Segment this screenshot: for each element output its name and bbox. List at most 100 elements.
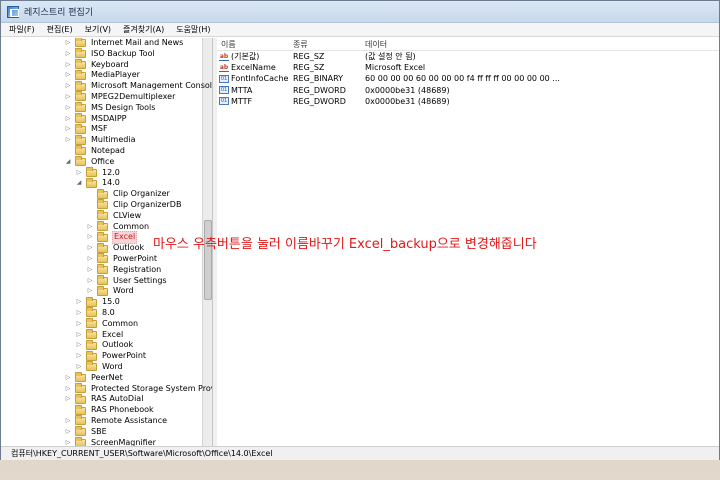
expand-arrow-icon[interactable]: ▷ (64, 385, 72, 393)
tree-item[interactable]: ▷ PeerNet (64, 372, 124, 384)
tree-item[interactable]: CLView (86, 210, 142, 222)
tree-item[interactable]: ▷ User Settings (86, 274, 168, 287)
expand-arrow-icon[interactable]: ▷ (64, 115, 72, 123)
expand-arrow-icon[interactable]: ▷ (75, 320, 83, 328)
expand-arrow-icon[interactable]: ▷ (75, 331, 83, 339)
value-name-cell: 01 FontInfoCache (217, 74, 289, 83)
expand-arrow-icon[interactable]: ▷ (75, 309, 83, 317)
tree-item[interactable]: ▷ Excel (75, 328, 124, 341)
value-row[interactable]: ab (기본값) REG_SZ (값 설정 안 됨) (217, 51, 719, 62)
tree-item[interactable]: ▷ Word (75, 361, 124, 373)
expand-arrow-icon[interactable]: ▷ (75, 363, 83, 371)
menu-view[interactable]: 보기(V) (79, 24, 117, 35)
tree-item[interactable]: ▷ ISO Backup Tool (64, 48, 156, 60)
expand-arrow-icon[interactable]: ▷ (64, 50, 72, 58)
tree-scrollbar-thumb[interactable] (204, 220, 212, 300)
tree-item[interactable]: ▷ PowerPoint (86, 253, 158, 265)
folder-icon (75, 393, 86, 404)
tree-item[interactable]: ▷ Outlook (86, 242, 145, 254)
tree-item[interactable]: ▷ Multimedia (64, 134, 136, 146)
expand-arrow-icon[interactable]: ▷ (64, 417, 72, 425)
folder-icon (97, 242, 108, 253)
tree-item[interactable]: ◢ Office (64, 156, 115, 168)
expand-arrow-icon[interactable]: ▷ (86, 233, 94, 242)
value-row[interactable]: 01 MTTF REG_DWORD 0x0000be31 (48689) (217, 96, 719, 107)
expand-arrow-icon (86, 191, 94, 199)
expand-arrow-icon[interactable]: ▷ (64, 104, 72, 112)
tree-item-label: Protected Storage System Provider (91, 383, 212, 393)
folder-icon (75, 436, 86, 446)
folder-icon (86, 166, 97, 177)
menu-file[interactable]: 파일(F) (3, 24, 41, 35)
folder-icon (75, 58, 86, 69)
tree-item[interactable]: ▷ Keyboard (64, 58, 130, 71)
expand-arrow-icon[interactable]: ▷ (64, 374, 72, 382)
window-title: 레지스트리 편집기 (24, 8, 94, 18)
tree-item[interactable]: ▷ PowerPoint (75, 350, 147, 362)
expand-arrow-icon[interactable]: ▷ (64, 136, 72, 145)
tree-item[interactable]: ▷ MSDAIPP (64, 112, 127, 125)
column-data-header[interactable]: 데이터 (361, 39, 719, 50)
tree-item[interactable]: Clip OrganizerDB (86, 199, 182, 211)
expand-arrow-icon[interactable]: ▷ (86, 277, 94, 285)
tree-item[interactable]: ▷ MSF (64, 123, 109, 135)
tree-item[interactable]: ▷ RAS AutoDial (64, 393, 144, 405)
tree-item[interactable]: ◢ 14.0 (75, 177, 121, 189)
tree-item[interactable]: ▷ Internet Mail and News (64, 38, 184, 49)
expand-arrow-icon[interactable]: ▷ (86, 255, 94, 263)
tree-item[interactable]: Notepad (64, 145, 126, 157)
tree-item[interactable]: ▷ Remote Assistance (64, 415, 168, 427)
tree-item-label: Outlook (113, 243, 145, 253)
menu-edit[interactable]: 편집(E) (41, 24, 79, 35)
tree-item-label: Office (91, 156, 115, 166)
column-name-header[interactable]: 이름 (217, 39, 289, 50)
value-row[interactable]: 01 MTTA REG_DWORD 0x0000be31 (48689) (217, 85, 719, 96)
expand-arrow-icon[interactable]: ▷ (64, 82, 72, 91)
tree-item[interactable]: ▷ Excel (86, 231, 138, 245)
tree-item[interactable]: ▷ SBE (64, 426, 108, 438)
menu-favorites[interactable]: 즐겨찾기(A) (117, 24, 170, 35)
tree-item[interactable]: ▷ MediaPlayer (64, 69, 141, 81)
tree-item[interactable]: RAS Phonebook (64, 404, 155, 416)
value-row[interactable]: ab ExcelName REG_SZ Microsoft Excel (217, 62, 719, 73)
tree-item[interactable]: Clip Organizer (86, 188, 171, 200)
tree-item-label: Remote Assistance (91, 416, 168, 425)
expand-arrow-icon[interactable]: ▷ (86, 266, 94, 274)
expand-arrow-icon[interactable]: ▷ (86, 287, 94, 296)
expand-arrow-icon[interactable]: ▷ (64, 39, 72, 47)
expand-arrow-icon[interactable]: ▷ (64, 428, 72, 436)
tree-item[interactable]: ▷ Word (86, 285, 135, 297)
expand-arrow-icon[interactable]: ▷ (64, 125, 72, 134)
tree-item[interactable]: ▷ 12.0 (75, 166, 121, 179)
expand-arrow-icon[interactable]: ▷ (64, 395, 72, 404)
tree-item[interactable]: ▷ Registration (86, 264, 162, 276)
tree-item[interactable]: ▷ 8.0 (75, 307, 116, 319)
tree-item-label: User Settings (113, 275, 167, 285)
folder-icon (97, 210, 108, 221)
expand-arrow-icon[interactable]: ▷ (75, 352, 83, 361)
tree-item[interactable]: ▷ Common (75, 318, 139, 330)
collapse-arrow-icon[interactable]: ◢ (75, 179, 83, 188)
expand-arrow-icon[interactable]: ▷ (75, 169, 83, 177)
expand-arrow-icon[interactable]: ▷ (86, 223, 94, 231)
expand-arrow-icon[interactable]: ▷ (86, 244, 94, 253)
tree-item[interactable]: ▷ Microsoft Management Console (64, 80, 212, 92)
tree-item[interactable]: ▷ ScreenMagnifier (64, 436, 157, 446)
expand-arrow-icon[interactable]: ▷ (75, 341, 83, 350)
tree-item[interactable]: ▷ MS Design Tools (64, 102, 156, 114)
expand-arrow-icon[interactable]: ▷ (64, 93, 72, 101)
value-name: ExcelName (231, 63, 276, 73)
collapse-arrow-icon[interactable]: ◢ (64, 158, 72, 166)
expand-arrow-icon[interactable]: ▷ (64, 439, 72, 446)
tree-item[interactable]: ▷ Outlook (75, 339, 134, 351)
expand-arrow-icon[interactable]: ▷ (64, 71, 72, 80)
menu-help[interactable]: 도움말(H) (170, 24, 216, 35)
tree-item[interactable]: ▷ Protected Storage System Provider (64, 382, 212, 395)
column-type-header[interactable]: 종류 (289, 39, 361, 50)
tree-item[interactable]: ▷ MPEG2Demultiplexer (64, 91, 176, 103)
expand-arrow-icon[interactable]: ▷ (64, 61, 72, 69)
expand-arrow-icon[interactable]: ▷ (75, 298, 83, 307)
tree-item[interactable]: ▷ 15.0 (75, 296, 121, 308)
value-row[interactable]: 01 FontInfoCache REG_BINARY 60 00 00 00 60 … (217, 73, 719, 84)
folder-icon (97, 188, 108, 199)
